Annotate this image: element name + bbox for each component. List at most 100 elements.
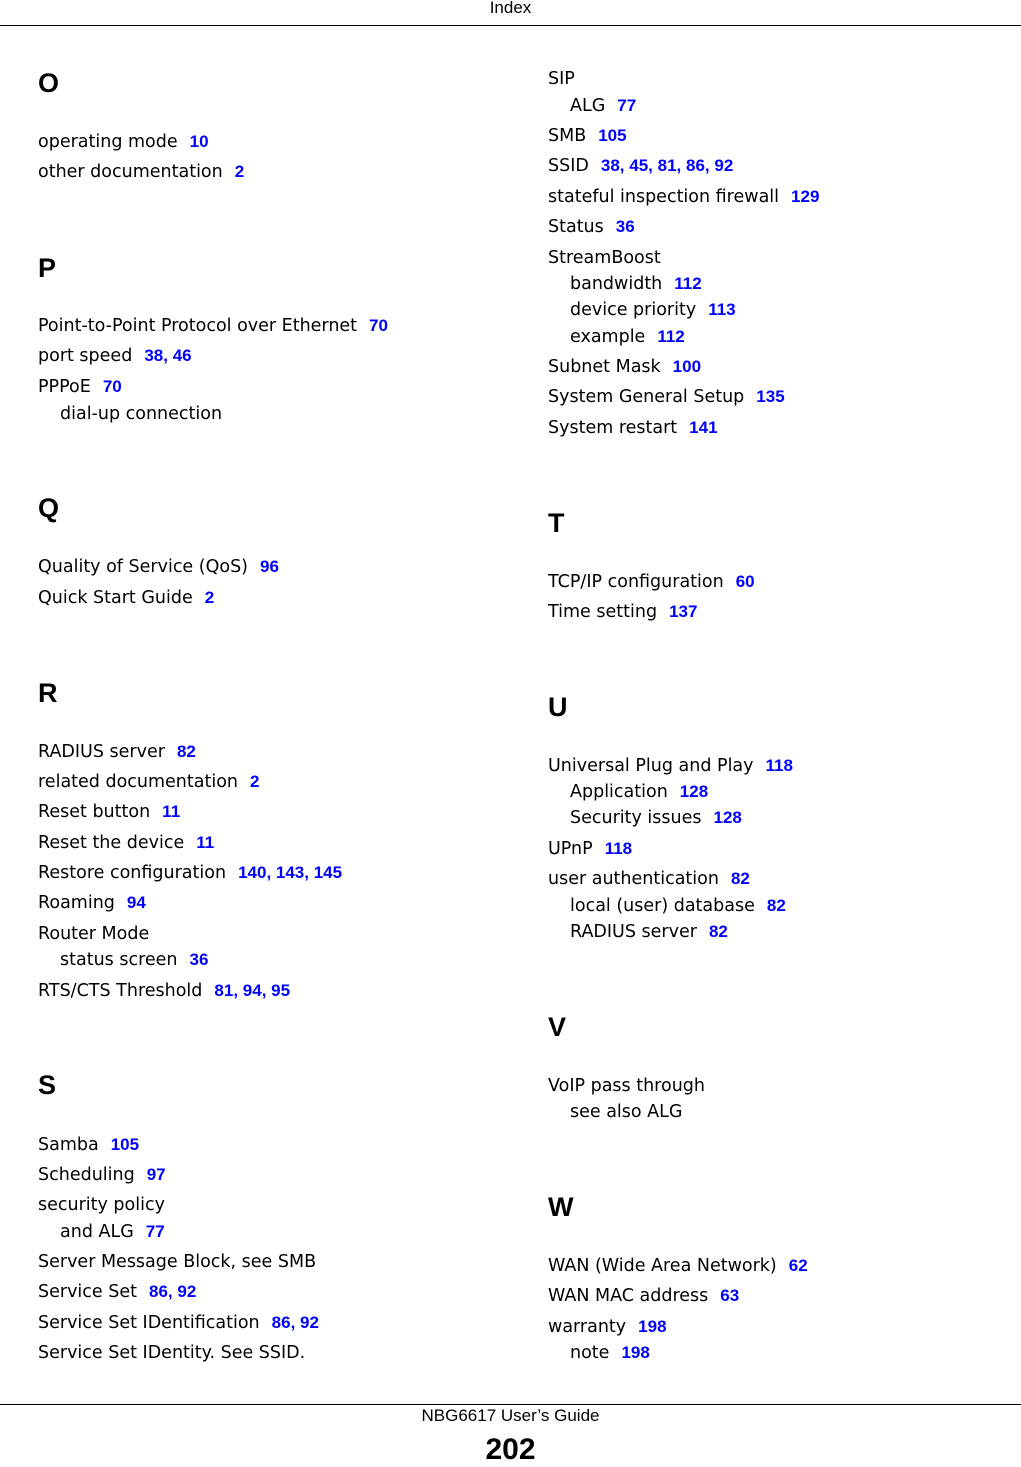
page-link[interactable]: 95 bbox=[271, 981, 290, 1000]
page-link[interactable]: 11 bbox=[162, 802, 180, 821]
page-refs: 62 bbox=[789, 1256, 808, 1275]
index-term: SMB bbox=[548, 126, 587, 146]
page-link[interactable]: 82 bbox=[731, 869, 750, 888]
index-entry: operating mode 10 bbox=[38, 131, 209, 153]
page-link[interactable]: 86 bbox=[149, 1282, 168, 1301]
index-term: Reset button bbox=[38, 802, 151, 822]
index-entry: SMB 105 bbox=[548, 125, 627, 147]
page-link[interactable]: 81 bbox=[658, 156, 677, 175]
page-link[interactable]: 113 bbox=[708, 300, 735, 319]
page-link[interactable]: 198 bbox=[621, 1343, 649, 1362]
index-entry: Service Set 86, 92 bbox=[38, 1281, 196, 1303]
index-entry: Time setting 137 bbox=[548, 601, 697, 623]
page-link[interactable]: 10 bbox=[190, 132, 209, 151]
page-separator: , bbox=[304, 863, 314, 882]
page-link[interactable]: 36 bbox=[190, 950, 209, 969]
page-link[interactable]: 94 bbox=[243, 981, 262, 1000]
page-link[interactable]: 129 bbox=[791, 187, 819, 206]
page-link[interactable]: 137 bbox=[669, 602, 697, 621]
section-letter: U bbox=[548, 692, 568, 722]
index-term: security policy bbox=[38, 1195, 165, 1215]
page-link[interactable]: 38 bbox=[601, 156, 620, 175]
page-link[interactable]: 143 bbox=[276, 863, 304, 882]
page-link[interactable]: 46 bbox=[173, 346, 192, 365]
page-refs: 82 bbox=[767, 896, 786, 915]
page-link[interactable]: 128 bbox=[680, 782, 708, 801]
index-entry: UPnP 118 bbox=[548, 838, 632, 860]
page-separator: , bbox=[619, 156, 630, 175]
section-letter: O bbox=[38, 68, 60, 98]
page-refs: 112 bbox=[657, 327, 684, 346]
page-link[interactable]: 105 bbox=[598, 126, 626, 145]
page-link[interactable]: 118 bbox=[605, 839, 632, 858]
page-link[interactable]: 11 bbox=[196, 833, 214, 852]
page-refs: 70 bbox=[103, 377, 122, 396]
index-term: bandwidth bbox=[570, 274, 663, 294]
page-link[interactable]: 141 bbox=[689, 418, 717, 437]
page-link[interactable]: 105 bbox=[111, 1135, 139, 1154]
page-link[interactable]: 94 bbox=[127, 893, 146, 912]
footer-guide-title: NBG6617 User’s Guide bbox=[421, 1406, 600, 1425]
page-link[interactable]: 2 bbox=[250, 772, 259, 791]
index-entry: Server Message Block, see SMB bbox=[38, 1251, 316, 1273]
page-link[interactable]: 60 bbox=[736, 572, 755, 591]
page-link[interactable]: 62 bbox=[789, 1256, 808, 1275]
page-link[interactable]: 198 bbox=[638, 1317, 666, 1336]
index-term: Quality of Service (QoS) bbox=[38, 557, 249, 577]
page-link[interactable]: 140 bbox=[238, 863, 266, 882]
page-link[interactable]: 38 bbox=[144, 346, 163, 365]
index-entry: security policy bbox=[38, 1194, 165, 1216]
page-refs: 11 bbox=[162, 802, 180, 821]
page-link[interactable]: 2 bbox=[235, 162, 244, 181]
page-link[interactable]: 86 bbox=[686, 156, 705, 175]
page-link[interactable]: 112 bbox=[674, 274, 701, 293]
index-subentry: local (user) database 82 bbox=[548, 895, 786, 917]
index-entry: System restart 141 bbox=[548, 417, 718, 439]
index-term: note bbox=[570, 1343, 610, 1363]
index-term: Router Mode bbox=[38, 924, 150, 944]
page-link[interactable]: 70 bbox=[369, 316, 388, 335]
page-refs: 112 bbox=[674, 274, 701, 293]
page-link[interactable]: 135 bbox=[756, 387, 784, 406]
index-term: RADIUS server bbox=[570, 922, 697, 942]
index-subentry: Security issues 128 bbox=[548, 807, 742, 829]
page-link[interactable]: 2 bbox=[205, 588, 214, 607]
index-term: Scheduling bbox=[38, 1165, 135, 1185]
page-link[interactable]: 82 bbox=[177, 742, 196, 761]
page-link[interactable]: 86 bbox=[272, 1313, 291, 1332]
page-link[interactable]: 70 bbox=[103, 377, 122, 396]
page-link[interactable]: 45 bbox=[629, 156, 648, 175]
index-entry: Reset button 11 bbox=[38, 801, 180, 823]
index-subentry: RADIUS server 82 bbox=[548, 921, 728, 943]
index-entry: warranty 198 bbox=[548, 1316, 667, 1338]
page-link[interactable]: 82 bbox=[709, 922, 728, 941]
index-term: WAN (Wide Area Network) bbox=[548, 1256, 777, 1276]
page-link[interactable]: 145 bbox=[314, 863, 342, 882]
page-link[interactable]: 63 bbox=[720, 1286, 739, 1305]
index-entry: Service Set IDentity. See SSID. bbox=[38, 1342, 305, 1364]
page-link[interactable]: 82 bbox=[767, 896, 786, 915]
index-subentry: and ALG 77 bbox=[38, 1221, 165, 1243]
index-subentry: status screen 36 bbox=[38, 949, 208, 971]
page-link[interactable]: 36 bbox=[616, 217, 635, 236]
page-refs: 105 bbox=[111, 1135, 139, 1154]
page-link[interactable]: 96 bbox=[260, 557, 279, 576]
index-entry: stateful inspection firewall 129 bbox=[548, 186, 819, 208]
index-term: Point-to-Point Protocol over Ethernet bbox=[38, 316, 358, 336]
page-link[interactable]: 77 bbox=[146, 1222, 165, 1241]
page-refs: 129 bbox=[791, 187, 819, 206]
page-link[interactable]: 118 bbox=[766, 756, 793, 775]
index-term: stateful inspection firewall bbox=[548, 187, 780, 207]
page-link[interactable]: 92 bbox=[714, 156, 733, 175]
page-link[interactable]: 128 bbox=[714, 808, 742, 827]
page-link[interactable]: 97 bbox=[147, 1165, 166, 1184]
page-link[interactable]: 92 bbox=[177, 1282, 196, 1301]
page-link[interactable]: 100 bbox=[673, 357, 701, 376]
index-term: Roaming bbox=[38, 893, 115, 913]
page-refs: 36 bbox=[190, 950, 209, 969]
page-link[interactable]: 92 bbox=[300, 1313, 319, 1332]
page-link[interactable]: 112 bbox=[657, 327, 684, 346]
page-link[interactable]: 81 bbox=[214, 981, 233, 1000]
page-link[interactable]: 77 bbox=[617, 96, 636, 115]
page-separator: , bbox=[290, 1313, 301, 1332]
